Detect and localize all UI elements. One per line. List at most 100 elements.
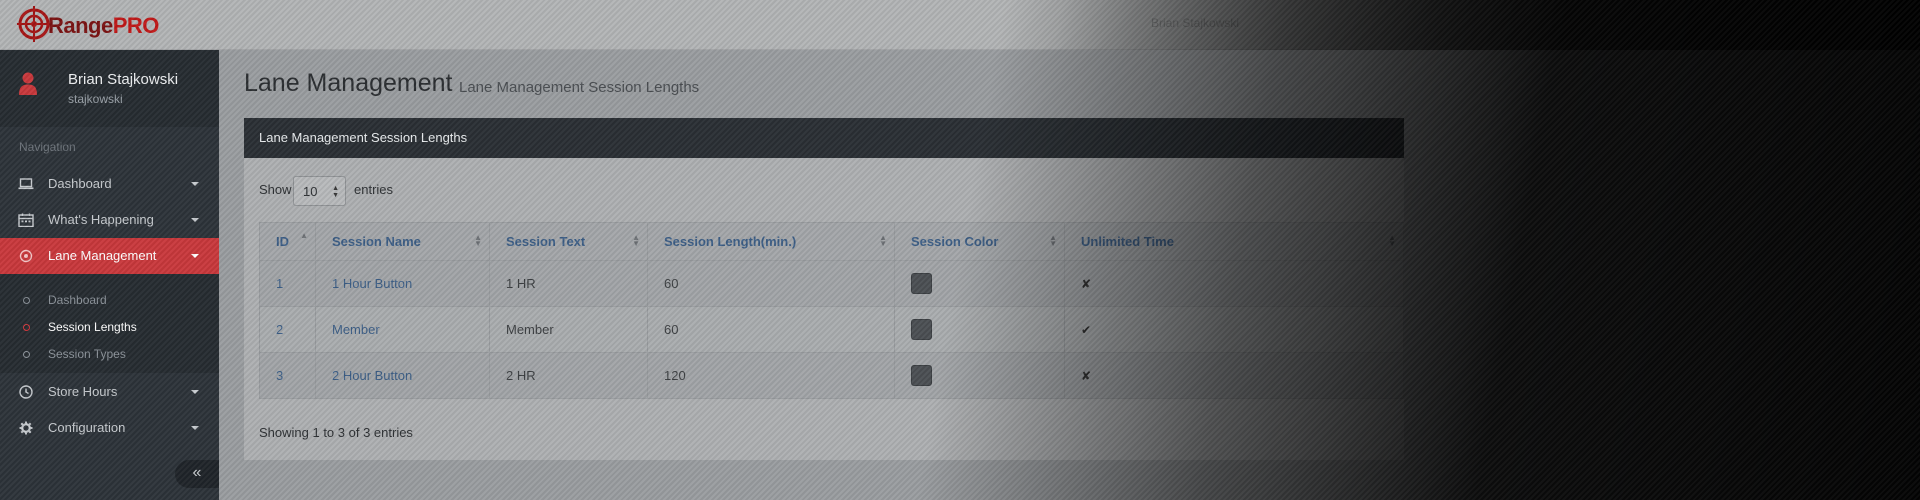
- sidebar: Brian Stajkowski stajkowski Navigation D…: [0, 50, 219, 500]
- app-root: RangePRO Brian Stajkowski Brian Stajkows…: [0, 0, 1920, 500]
- table-header-row: ID ▲ Session Name ▲▼ Session Text ▲▼ S: [259, 222, 1404, 261]
- entries-label: entries: [354, 182, 394, 197]
- submenu-item-dashboard[interactable]: Dashboard: [0, 287, 219, 313]
- column-header-session-text[interactable]: Session Text ▲ ▼: [489, 222, 648, 261]
- chevron-down-icon: [191, 218, 199, 222]
- select-arrows-icon: ▲ ▼: [332, 185, 339, 199]
- table-row[interactable]: 3 2 Hour Button 2 HR 120 ✘: [259, 352, 1404, 399]
- chevron-down-icon: [191, 182, 199, 186]
- sort-icon: ▲ ▼: [1049, 233, 1057, 248]
- main-content: Lane Management Lane Management Session …: [219, 50, 1920, 500]
- page-title: Lane Management: [244, 69, 453, 97]
- sidebar-item-label: What's Happening: [48, 212, 154, 227]
- panel-heading: Lane Management Session Lengths: [244, 118, 1404, 158]
- column-header-session-color[interactable]: Session Color ▲ ▼: [894, 222, 1065, 261]
- sidebar-item-dashboard[interactable]: Dashboard: [0, 166, 219, 202]
- sidebar-item-label: Store Hours: [48, 384, 118, 399]
- sort-ascending-icon: ▲: [300, 231, 308, 240]
- double-chevron-left-icon: «: [192, 464, 202, 481]
- column-header-label: Session Name: [332, 234, 421, 249]
- laptop-icon: [18, 178, 34, 190]
- cell-id[interactable]: 2: [259, 306, 316, 353]
- sort-icon: ▲ ▼: [879, 233, 887, 248]
- cell-session-text: Member: [489, 306, 648, 353]
- sidebar-item-label: Lane Management: [48, 248, 157, 263]
- show-label: Show: [259, 182, 292, 197]
- sort-icon: ▲ ▼: [632, 233, 640, 248]
- cell-unlimited-time: ✔: [1064, 306, 1404, 353]
- cell-session-color: [894, 260, 1065, 307]
- submenu-item-session-lengths[interactable]: Session Lengths: [0, 314, 219, 340]
- sidebar-collapse-button[interactable]: «: [175, 460, 219, 488]
- column-header-label: Session Text: [506, 234, 586, 249]
- profile-username: stajkowski: [68, 92, 123, 106]
- sidebar-item-label: Dashboard: [48, 176, 112, 191]
- page-subtitle: Lane Management Session Lengths: [459, 79, 700, 96]
- top-header: RangePRO Brian Stajkowski: [0, 0, 1920, 50]
- column-header-label: ID: [276, 234, 289, 249]
- cell-session-length: 60: [647, 306, 895, 353]
- sort-icon: ▲ ▼: [474, 233, 482, 248]
- entries-select-value: 10: [303, 184, 318, 199]
- session-lengths-panel: Lane Management Session Lengths Show 10 …: [244, 118, 1404, 460]
- column-header-label: Session Length(min.): [664, 234, 797, 249]
- chevron-down-icon: [191, 426, 199, 430]
- cell-unlimited-time: ✘: [1064, 352, 1404, 399]
- logo-text-pro: PRO: [112, 13, 160, 38]
- sidebar-item-whats-happening[interactable]: What's Happening: [0, 202, 219, 238]
- column-header-unlimited-time[interactable]: Unlimited Time ▲ ▼: [1064, 222, 1404, 261]
- header-user-name[interactable]: Brian Stajkowski: [1151, 16, 1239, 30]
- cell-session-name[interactable]: Member: [315, 306, 490, 353]
- color-swatch: [911, 319, 932, 340]
- logo-text: RangePRO: [48, 13, 159, 39]
- logo-text-range: Range: [48, 13, 113, 38]
- column-header-label: Unlimited Time: [1081, 234, 1174, 249]
- cell-id[interactable]: 1: [259, 260, 316, 307]
- cross-mark-icon: ✘: [1081, 277, 1092, 291]
- cell-session-color: [894, 306, 1065, 353]
- target-icon: [19, 249, 33, 263]
- cross-mark-icon: ✘: [1081, 369, 1092, 383]
- table-row[interactable]: 2 Member Member 60 ✔: [259, 306, 1404, 353]
- profile-name: Brian Stajkowski: [68, 71, 179, 88]
- sort-icon: ▲ ▼: [1388, 233, 1396, 248]
- user-avatar-icon: [19, 72, 37, 95]
- column-header-session-length[interactable]: Session Length(min.) ▲ ▼: [647, 222, 895, 261]
- calendar-icon: [18, 213, 34, 227]
- cell-id[interactable]: 3: [259, 352, 316, 399]
- column-header-session-name[interactable]: Session Name ▲ ▼: [315, 222, 490, 261]
- sidebar-item-label: Configuration: [48, 420, 126, 435]
- cell-session-name[interactable]: 1 Hour Button: [315, 260, 490, 307]
- chevron-down-icon: [191, 254, 199, 258]
- color-swatch: [911, 273, 932, 294]
- circle-bullet-icon: [23, 351, 30, 358]
- column-header-id[interactable]: ID ▲: [259, 222, 316, 261]
- submenu-item-session-types[interactable]: Session Types: [0, 341, 219, 367]
- color-swatch: [911, 365, 932, 386]
- sidebar-item-store-hours[interactable]: Store Hours: [0, 374, 219, 410]
- cell-session-text: 1 HR: [489, 260, 648, 307]
- submenu-item-label: Session Lengths: [48, 320, 137, 334]
- circle-bullet-icon: [23, 324, 30, 331]
- sidebar-item-configuration[interactable]: Configuration: [0, 410, 219, 446]
- chevron-down-icon: [191, 390, 199, 394]
- nav-header: Navigation: [19, 140, 76, 154]
- cell-session-length: 120: [647, 352, 895, 399]
- session-lengths-table: ID ▲ Session Name ▲▼ Session Text ▲▼ S: [259, 222, 1404, 399]
- table-info: Showing 1 to 3 of 3 entries: [259, 425, 413, 440]
- lane-management-submenu: Dashboard Session Lengths Session Types: [0, 274, 219, 373]
- sidebar-item-lane-management[interactable]: Lane Management: [0, 238, 219, 274]
- submenu-item-label: Session Types: [48, 347, 126, 361]
- table-row[interactable]: 1 1 Hour Button 1 HR 60 ✘: [259, 260, 1404, 307]
- clock-icon: [19, 385, 33, 399]
- logo[interactable]: RangePRO: [17, 5, 159, 43]
- column-header-label: Session Color: [911, 234, 999, 249]
- entries-select[interactable]: 10 ▲ ▼: [293, 176, 346, 206]
- sidebar-profile: Brian Stajkowski stajkowski: [0, 50, 219, 127]
- check-mark-icon: ✔: [1081, 323, 1092, 337]
- submenu-item-label: Dashboard: [48, 293, 107, 307]
- panel-title: Lane Management Session Lengths: [259, 130, 468, 145]
- cell-session-length: 60: [647, 260, 895, 307]
- cell-session-text: 2 HR: [489, 352, 648, 399]
- cell-session-name[interactable]: 2 Hour Button: [315, 352, 490, 399]
